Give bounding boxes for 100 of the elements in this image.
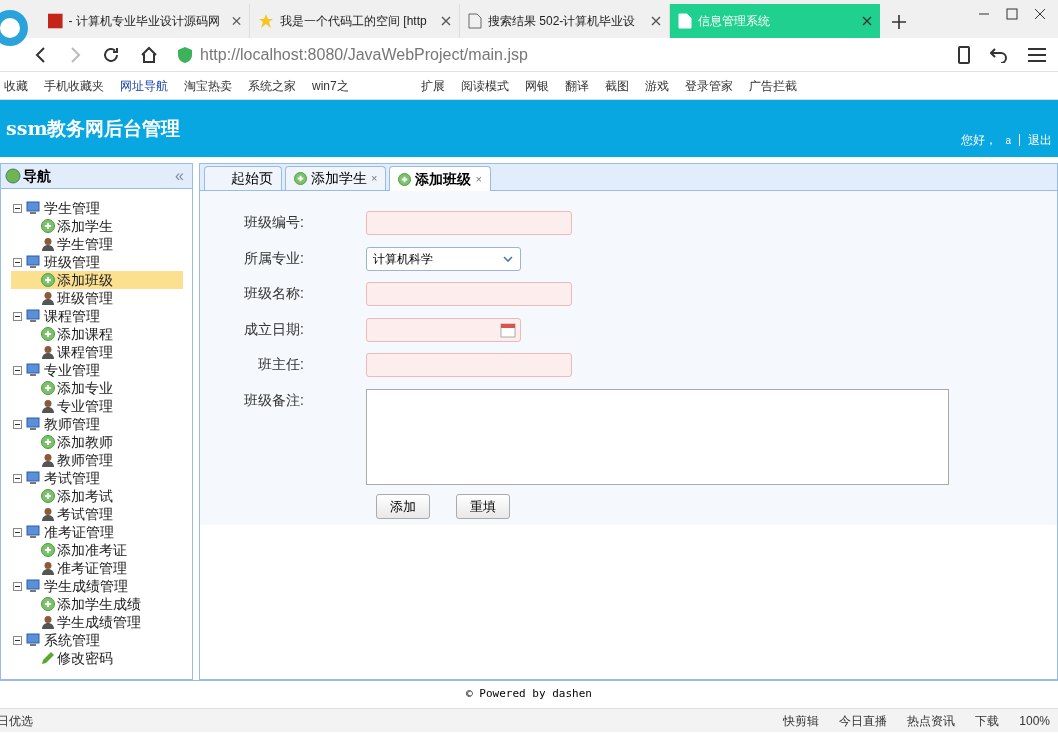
text-field[interactable] (366, 211, 572, 235)
menu-icon[interactable] (1028, 46, 1046, 63)
app-title: ssm教务网后台管理 (6, 116, 181, 142)
close-icon[interactable] (1034, 8, 1046, 20)
bookmark-link[interactable]: 收藏 (4, 76, 28, 95)
tree-item[interactable]: 考试管理 (11, 505, 183, 523)
toolbar-link[interactable]: 游戏 (644, 76, 669, 95)
collapse-icon[interactable] (13, 419, 22, 429)
collapse-icon[interactable] (13, 203, 22, 213)
tree-item[interactable]: 添加学生成绩 (11, 595, 183, 613)
bookmark-link[interactable]: 系统之家 (248, 76, 296, 95)
form-button[interactable]: 添加 (376, 494, 430, 519)
close-icon[interactable] (651, 16, 661, 26)
bookmark-link[interactable]: 淘宝热卖 (184, 76, 232, 95)
bookmark-link[interactable]: 手机收藏夹 (44, 76, 104, 95)
monitor-icon (26, 525, 40, 539)
tree-group[interactable]: 系统管理 (13, 631, 192, 649)
bookmark-link[interactable]: 网址导航 (120, 76, 168, 95)
bookmark-link[interactable]: win7之 (312, 76, 349, 95)
monitor-icon (26, 201, 40, 215)
status-link[interactable]: 下载 (975, 711, 1000, 730)
page-icon (468, 13, 482, 29)
status-link[interactable]: 热点资讯 (907, 711, 956, 730)
toolbar-link[interactable]: 扩展 (420, 76, 445, 95)
monitor-icon (26, 255, 40, 269)
address-bar[interactable]: http://localhost:8080/JavaWebProject/main.jsp (178, 41, 938, 68)
tree-group[interactable]: 课程管理 (13, 307, 192, 325)
group-label: 考试管理 (44, 471, 100, 485)
tree-group[interactable]: 准考证管理 (13, 523, 192, 541)
reload-icon[interactable] (102, 45, 120, 64)
tree-item[interactable]: 课程管理 (11, 343, 183, 361)
shield-icon (178, 46, 192, 63)
text-field[interactable] (366, 282, 572, 307)
page-tab[interactable]: 添加班级 × (389, 166, 491, 191)
toolbar-link[interactable]: 网银 (524, 76, 549, 95)
tree-item[interactable]: 添加学生 (11, 217, 183, 235)
toolbar-link[interactable]: 截图 (604, 76, 629, 95)
tree-group[interactable]: 班级管理 (13, 253, 192, 271)
page-tab[interactable]: 起始页 (204, 166, 282, 190)
calendar-icon (500, 321, 516, 338)
tree-group[interactable]: 学生管理 (13, 199, 192, 217)
page-icon (678, 13, 692, 29)
toolbar-link[interactable]: 翻译 (564, 76, 589, 95)
close-icon[interactable] (862, 16, 872, 26)
collapse-icon[interactable] (13, 311, 22, 321)
tree-item[interactable]: 添加课程 (11, 325, 183, 343)
field-label: 班级名称: (243, 284, 305, 304)
tree-item[interactable]: 专业管理 (11, 397, 183, 415)
field-label: 所属专业: (243, 248, 305, 268)
toolbar-link[interactable]: 登录管家 (684, 76, 733, 95)
tree-item[interactable]: 准考证管理 (11, 559, 183, 577)
collapse-icon[interactable] (13, 257, 22, 267)
status-link[interactable]: 快剪辑 (783, 711, 820, 730)
group-label: 系统管理 (44, 633, 100, 647)
tree-item[interactable]: 学生成绩管理 (11, 613, 183, 631)
group-label: 学生成绩管理 (44, 579, 128, 593)
notes-field[interactable] (366, 388, 949, 485)
tree-item[interactable]: 修改密码 (11, 649, 183, 667)
phone-icon[interactable] (958, 45, 970, 64)
person-icon (41, 399, 55, 413)
undo-icon[interactable] (990, 46, 1008, 63)
collapse-icon[interactable] (13, 365, 22, 375)
collapse-icon[interactable] (13, 635, 22, 645)
select-field[interactable]: 计算机科学 (366, 246, 521, 271)
field-label: 班级备注: (243, 390, 305, 410)
collapse-icon[interactable] (13, 581, 22, 591)
toolbar-link[interactable]: 阅读模式 (460, 76, 509, 95)
tab-close-button[interactable]: × (475, 170, 482, 188)
plus-circle-icon (41, 219, 55, 233)
text-field[interactable] (366, 353, 572, 378)
page-tab[interactable]: 添加学生 × (285, 166, 387, 190)
toolbar-link[interactable]: 广告拦截 (748, 76, 797, 95)
collapse-icon[interactable] (13, 473, 22, 483)
maximize-icon[interactable] (1006, 8, 1018, 20)
person-icon (41, 291, 55, 305)
footer-text: © Powered by dashen (466, 686, 592, 703)
tree-item[interactable]: 添加考试 (11, 487, 183, 505)
tree-group[interactable]: 考试管理 (13, 469, 192, 487)
back-icon[interactable] (34, 46, 48, 63)
home-icon[interactable] (140, 45, 158, 64)
tree-group[interactable]: 学生成绩管理 (13, 577, 192, 595)
form-button[interactable]: 重填 (456, 494, 510, 519)
status-link[interactable]: 今日直播 (839, 711, 888, 730)
tab-close-button[interactable]: × (371, 170, 378, 187)
date-field[interactable] (366, 317, 521, 342)
close-icon[interactable] (441, 16, 451, 26)
tree-item[interactable]: 添加准考证 (11, 541, 183, 559)
tree-item[interactable]: 教师管理 (11, 451, 183, 469)
tree-item[interactable]: 添加教师 (11, 433, 183, 451)
plus-circle-icon (294, 172, 307, 185)
tree-item[interactable]: 学生管理 (11, 235, 183, 253)
tree-group[interactable]: 专业管理 (13, 361, 192, 379)
group-label: 课程管理 (44, 309, 100, 323)
collapse-icon[interactable] (13, 527, 22, 537)
tree-item[interactable]: 添加班级 (11, 271, 183, 289)
nav-title: 导航 (23, 166, 52, 186)
tree-group[interactable]: 教师管理 (13, 415, 192, 433)
tree-item[interactable]: 添加专业 (11, 379, 183, 397)
zoom-level[interactable]: 100% (1019, 711, 1050, 730)
tree-item[interactable]: 班级管理 (11, 289, 183, 307)
